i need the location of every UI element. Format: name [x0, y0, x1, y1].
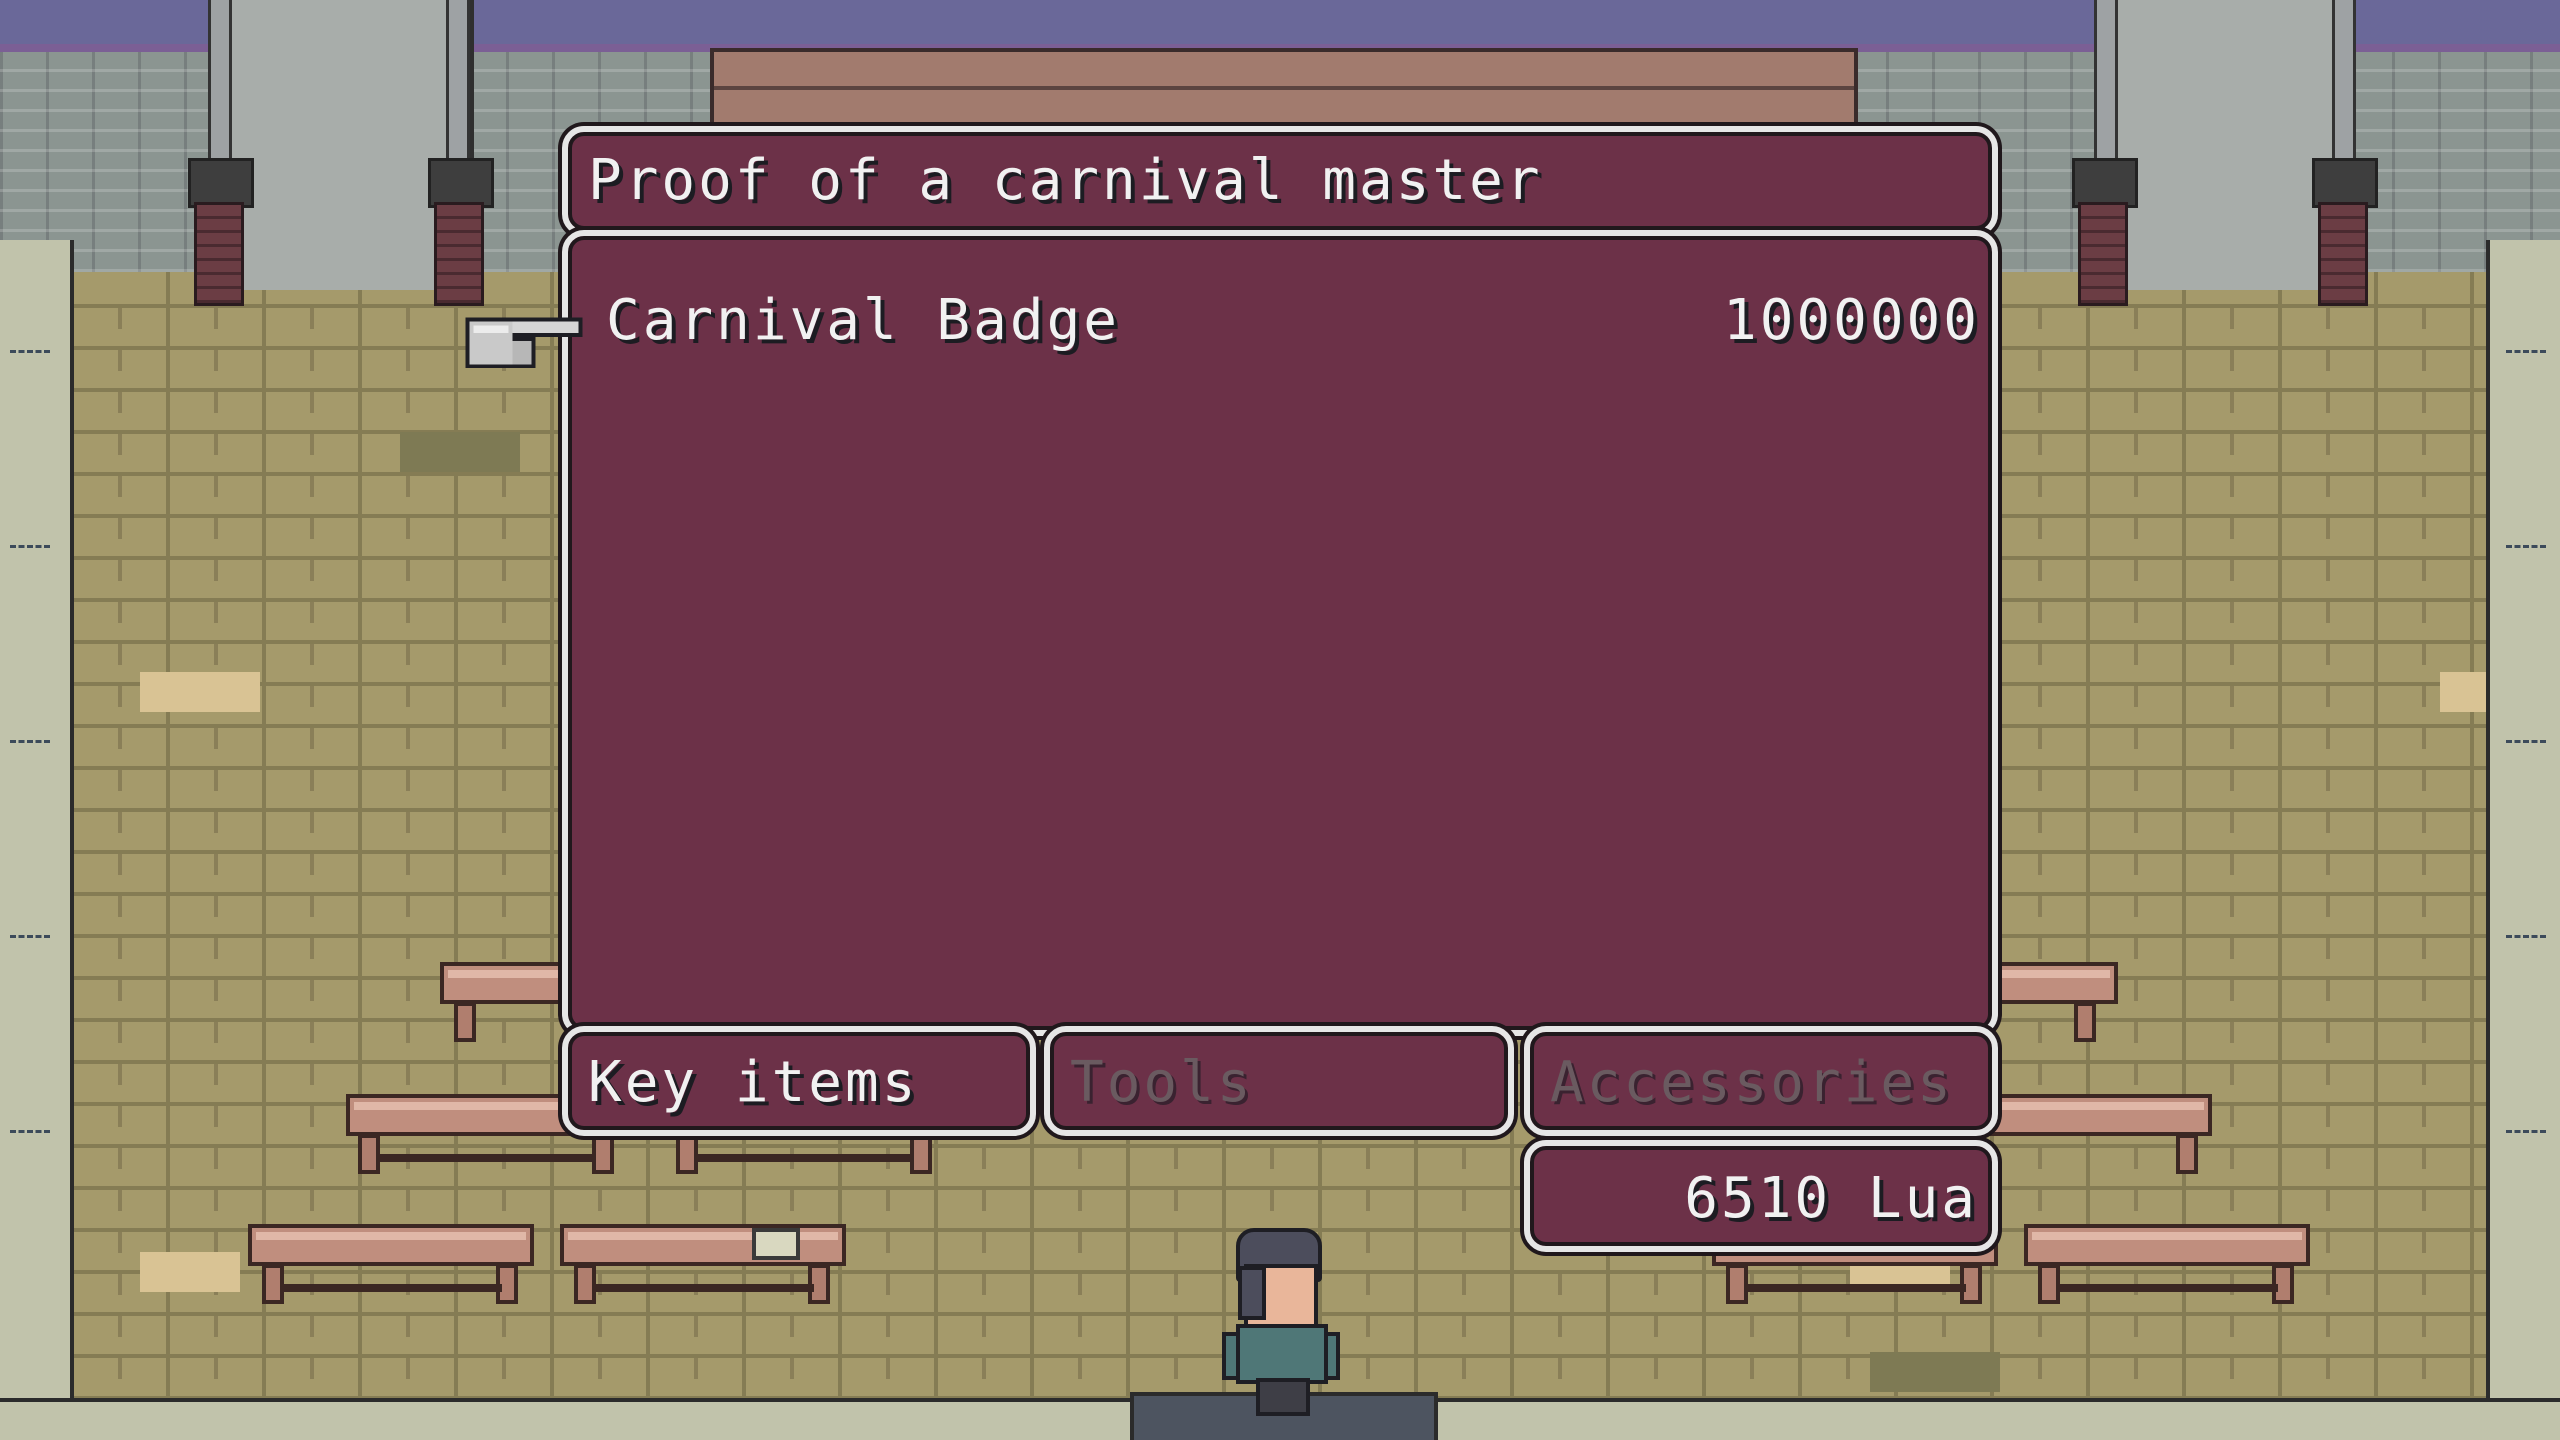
pole-cap: [2072, 158, 2138, 208]
pole-cap: [428, 158, 494, 208]
wall-mark: [10, 935, 50, 938]
bench: [1986, 962, 2118, 1052]
wall-mark: [2506, 1130, 2546, 1133]
bench: [2024, 1224, 2310, 1314]
pole-base: [2318, 202, 2368, 306]
pole: [446, 0, 470, 160]
tab-accessories[interactable]: Accessories: [1524, 1026, 1998, 1136]
wall-mark: [10, 1130, 50, 1133]
pole-base: [194, 202, 244, 306]
list-item[interactable]: Carnival Badge 1000000: [568, 288, 1992, 368]
tab-tools[interactable]: Tools: [1044, 1026, 1514, 1136]
floor-stain: [400, 432, 520, 472]
wall-mark: [2506, 935, 2546, 938]
wall-mark: [2506, 740, 2546, 743]
floor-highlight: [140, 672, 260, 712]
tab-tools-label: Tools: [1070, 1050, 1254, 1115]
wall-mark: [2506, 350, 2546, 353]
tab-key-items[interactable]: Key items: [562, 1026, 1036, 1136]
tab-accessories-label: Accessories: [1550, 1050, 1954, 1115]
item-name: Carnival Badge: [606, 288, 1121, 353]
pole-base: [434, 202, 484, 306]
pillar-right: [2094, 0, 2342, 290]
wall-mark: [10, 545, 50, 548]
bench: [248, 1224, 534, 1314]
pole: [2332, 0, 2356, 160]
item-description-text: Proof of a carnival master: [588, 148, 1543, 213]
left-wall: [0, 240, 74, 1440]
wall-mark: [10, 740, 50, 743]
pole-cap: [188, 158, 254, 208]
tab-key-items-label: Key items: [588, 1050, 919, 1115]
item-list-window: Carnival Badge 1000000: [562, 230, 1998, 1036]
item-description-window: Proof of a carnival master: [562, 126, 1998, 236]
wall-mark: [10, 350, 50, 353]
pole: [208, 0, 232, 160]
bench: [1986, 1094, 2212, 1184]
floor-highlight: [2440, 672, 2490, 712]
pole-cap: [2312, 158, 2378, 208]
pointing-hand-icon: [465, 317, 583, 369]
money-window: 6510 Lua: [1524, 1140, 1998, 1252]
right-wall: [2486, 240, 2560, 1440]
item-price: 1000000: [1722, 288, 1980, 353]
bench: [440, 962, 580, 1052]
floor-stain: [1870, 1352, 2000, 1392]
pole-base: [2078, 202, 2128, 306]
bench: [560, 1224, 846, 1314]
money-amount: 6510 Lua: [1684, 1166, 1978, 1231]
pole: [2094, 0, 2118, 160]
wall-mark: [2506, 545, 2546, 548]
envelope-icon: [752, 1228, 800, 1260]
player-character: [1222, 1228, 1340, 1416]
floor-highlight: [140, 1252, 240, 1292]
stage-platform: [710, 48, 1858, 128]
